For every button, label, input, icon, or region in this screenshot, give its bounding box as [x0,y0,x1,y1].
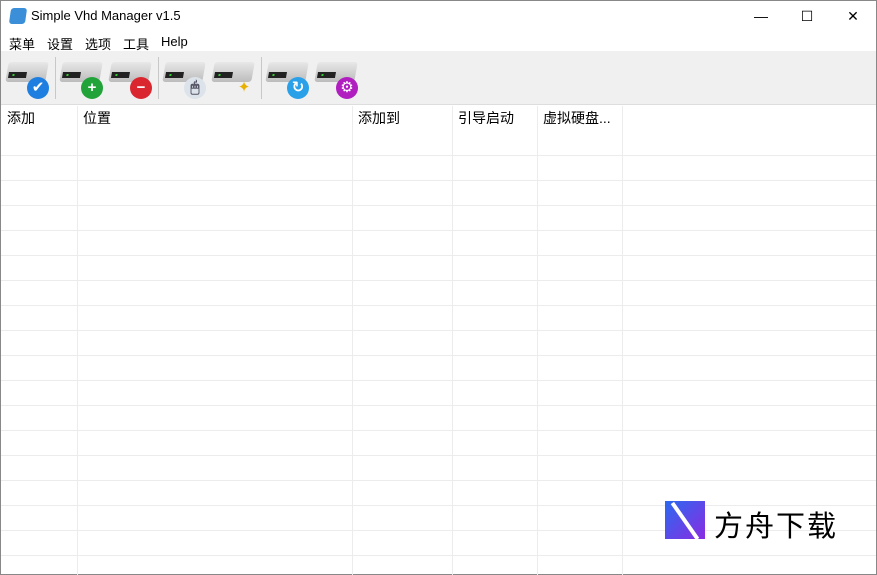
row-line [1,455,876,456]
app-icon [8,8,28,24]
title-bar: Simple Vhd Manager v1.5 — ☐ ✕ [1,1,876,31]
tools-button[interactable]: ⚙ [314,58,360,100]
remove-vhd-button[interactable]: − [108,58,154,100]
row-line [1,380,876,381]
row-line [1,255,876,256]
row-line [1,230,876,231]
column-header-boot[interactable]: 引导启动 [452,106,537,131]
row-line [1,330,876,331]
row-line [1,405,876,406]
row-line [1,555,876,556]
magic-wand-icon: ✦ [237,79,251,96]
column-header-vhd[interactable]: 虚拟硬盘... [537,106,622,131]
mouse-icon: 🖱 [184,77,206,99]
attach-vhd-button[interactable]: ✔ [5,58,51,100]
maximize-button[interactable]: ☐ [784,1,830,31]
wrench-icon: ⚙ [336,77,358,99]
row-line [1,480,876,481]
row-line [1,430,876,431]
column-header-attach-to[interactable]: 添加到 [352,106,452,131]
column-header-location[interactable]: 位置 [77,106,352,131]
mouse-action-button[interactable]: 🖱 [162,58,208,100]
refresh-button[interactable]: ↻ [265,58,311,100]
watermark-logo [665,501,705,539]
menu-bar: 菜单 设置 选项 工具 Help [1,31,876,52]
toolbar-separator [261,57,262,99]
add-vhd-button[interactable]: + [59,58,105,100]
check-icon: ✔ [27,77,49,99]
column-header-add[interactable]: 添加 [1,106,77,131]
plus-icon: + [81,77,103,99]
toolbar-separator [158,57,159,99]
row-line [1,205,876,206]
refresh-icon: ↻ [287,77,309,99]
window-title: Simple Vhd Manager v1.5 [31,8,181,23]
toolbar: ✔ + − 🖱 ✦ ↻ ⚙ [1,51,876,105]
minus-icon: − [130,77,152,99]
menu-help[interactable]: Help [161,34,188,49]
row-line [1,280,876,281]
row-line [1,180,876,181]
row-line [1,355,876,356]
row-line [1,305,876,306]
row-line [1,155,876,156]
toolbar-separator [55,57,56,99]
wizard-button[interactable]: ✦ [211,58,257,100]
minimize-button[interactable]: — [738,1,784,31]
watermark-text: 方舟下载 [714,511,839,543]
close-button[interactable]: ✕ [830,1,876,31]
